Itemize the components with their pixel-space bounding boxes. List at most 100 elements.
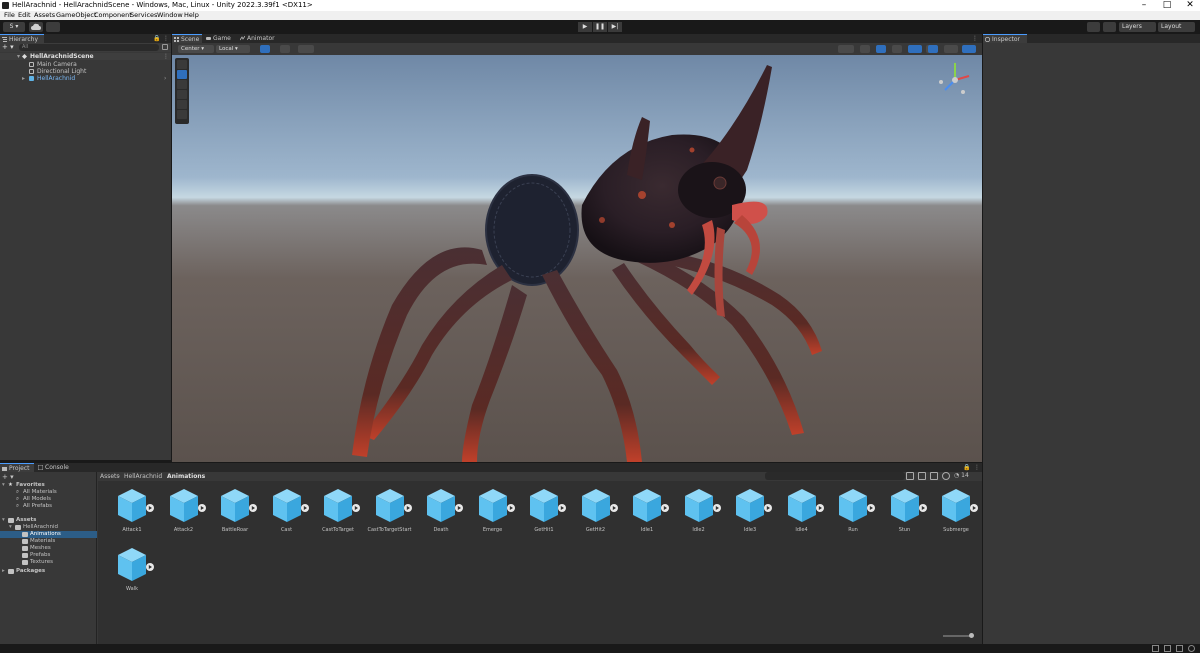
menu-help[interactable]: Help [184, 11, 199, 20]
search-by-type-icon[interactable] [906, 472, 914, 480]
menu-file[interactable]: File [4, 11, 15, 20]
debug-icon[interactable] [1176, 645, 1183, 652]
search-by-label-icon[interactable] [918, 472, 926, 480]
layout-dropdown[interactable]: Layout [1158, 22, 1195, 32]
more-icon[interactable]: ⋮ [972, 34, 978, 43]
animation-asset[interactable]: GetHit1 [518, 486, 570, 540]
history-icon[interactable] [1087, 22, 1100, 32]
move-tool-icon[interactable] [177, 70, 187, 79]
pivot-dropdown[interactable]: Center ▾ [178, 45, 214, 53]
gizmos-icon[interactable] [962, 45, 976, 53]
hell-arachnid-model[interactable] [172, 55, 982, 462]
cloud-icon[interactable] [29, 22, 43, 32]
menu-gameobject[interactable]: GameObject [56, 11, 97, 20]
breadcrumb-assets[interactable]: Assets [100, 472, 120, 481]
view-grid-icon[interactable] [298, 45, 314, 53]
transform-tool-icon[interactable] [177, 110, 187, 119]
tree-assets[interactable]: ▾ Assets [0, 517, 97, 524]
collab-icon[interactable] [46, 22, 60, 32]
tree-packages[interactable]: ▸ Packages [0, 568, 97, 575]
animation-asset[interactable]: Cast [261, 486, 313, 540]
tree-prefabs[interactable]: Prefabs [0, 552, 97, 559]
zoom-slider-thumb[interactable] [969, 633, 974, 638]
breadcrumb-animations[interactable]: Animations [167, 472, 205, 481]
menu-component[interactable]: Component [94, 11, 132, 20]
tab-animator[interactable]: Animator [238, 34, 280, 43]
lock-icon[interactable]: 🔒 [963, 463, 970, 472]
search-icon[interactable] [1103, 22, 1116, 32]
animation-asset[interactable]: Idle4 [776, 486, 828, 540]
tab-console[interactable]: Console [36, 463, 74, 472]
breadcrumb-hellarachnid[interactable]: HellArachnid [124, 472, 162, 481]
hierarchy-row-hellarachnid[interactable]: ▸ HellArachnid › [0, 75, 171, 82]
tree-hellarachnid[interactable]: ▾ HellArachnid [0, 524, 97, 531]
animation-asset[interactable]: Idle2 [673, 486, 725, 540]
menu-services[interactable]: Services [130, 11, 157, 20]
2d-toggle-icon[interactable] [860, 45, 870, 53]
scene-menu-icon[interactable]: ⋮ [163, 53, 169, 60]
build-status-icon[interactable] [1152, 645, 1159, 652]
draw-mode-icon[interactable] [838, 45, 854, 53]
more-icon[interactable]: ⋮ [163, 34, 169, 43]
animation-asset[interactable]: Submerge [930, 486, 982, 540]
scene-camera-icon[interactable] [928, 45, 938, 53]
hierarchy-row-main-camera[interactable]: Main Camera [0, 61, 171, 68]
tree-materials[interactable]: Materials [0, 538, 97, 545]
pause-button[interactable]: ❚❚ [593, 22, 607, 32]
tree-all-models[interactable]: ⌕ All Models [0, 496, 97, 503]
cache-icon[interactable] [1164, 645, 1171, 652]
tree-meshes[interactable]: Meshes [0, 545, 97, 552]
more-icon[interactable]: ⋮ [974, 463, 980, 472]
tree-textures[interactable]: Textures [0, 559, 97, 566]
animation-asset[interactable]: Idle3 [724, 486, 776, 540]
add-object-button[interactable]: + ▾ [2, 43, 14, 52]
step-button[interactable]: ▶| [608, 22, 622, 32]
tree-favorites[interactable]: ▾ ★ Favorites [0, 482, 97, 489]
animation-asset[interactable]: BattleRoar [209, 486, 261, 540]
menu-assets[interactable]: Assets [34, 11, 55, 20]
animation-asset[interactable]: GetHit2 [570, 486, 622, 540]
hierarchy-row-scene[interactable]: ▾ HellArachnidScene ⋮ [0, 53, 171, 60]
hierarchy-row-directional-light[interactable]: Directional Light [0, 68, 171, 75]
tab-hierarchy[interactable]: Hierarchy [0, 34, 44, 43]
space-dropdown[interactable]: Local ▾ [216, 45, 250, 53]
lock-icon[interactable]: 🔒 [153, 34, 160, 43]
rect-tool-icon[interactable] [177, 100, 187, 109]
animation-asset[interactable]: CastToTarget [312, 486, 364, 540]
camera-settings-icon[interactable] [944, 45, 958, 53]
filter-icon[interactable] [162, 44, 168, 50]
layers-dropdown[interactable]: Layers [1119, 22, 1156, 32]
animation-asset[interactable]: Run [827, 486, 879, 540]
visibility-icon[interactable] [942, 472, 950, 480]
tab-inspector[interactable]: Inspector [983, 34, 1027, 43]
animation-asset[interactable]: CastToTargetStart [364, 486, 416, 540]
menu-window[interactable]: Window [157, 11, 183, 20]
scene-viewport[interactable] [172, 55, 982, 462]
progress-icon[interactable] [1188, 645, 1195, 652]
animation-asset[interactable]: Idle1 [621, 486, 673, 540]
rotate-tool-icon[interactable] [177, 80, 187, 89]
tree-animations[interactable]: Animations [0, 531, 97, 538]
tab-game[interactable]: Game [204, 34, 236, 43]
menu-edit[interactable]: Edit [18, 11, 31, 20]
animation-asset[interactable]: Attack1 [106, 486, 158, 540]
scene-gizmo-icon[interactable] [937, 60, 973, 100]
effects-icon[interactable] [908, 45, 922, 53]
project-search-input[interactable] [765, 472, 905, 480]
hand-tool-icon[interactable] [177, 60, 187, 69]
grid-snap-icon[interactable] [260, 45, 270, 53]
play-button[interactable]: ▶ [578, 22, 592, 32]
tree-all-materials[interactable]: ⌕ All Materials [0, 489, 97, 496]
tree-all-prefabs[interactable]: ⌕ All Prefabs [0, 503, 97, 510]
animation-asset[interactable]: Emerge [467, 486, 519, 540]
animation-asset[interactable]: Stun [879, 486, 931, 540]
tab-project[interactable]: Project [0, 463, 34, 472]
tab-scene[interactable]: Scene [172, 34, 202, 43]
animation-asset[interactable]: Death [415, 486, 467, 540]
lighting-icon[interactable] [876, 45, 886, 53]
favorite-search-icon[interactable] [930, 472, 938, 480]
account-dropdown[interactable]: S ▾ [3, 22, 25, 32]
audio-icon[interactable] [892, 45, 902, 53]
close-button[interactable]: ✕ [1180, 0, 1200, 11]
scale-tool-icon[interactable] [177, 90, 187, 99]
